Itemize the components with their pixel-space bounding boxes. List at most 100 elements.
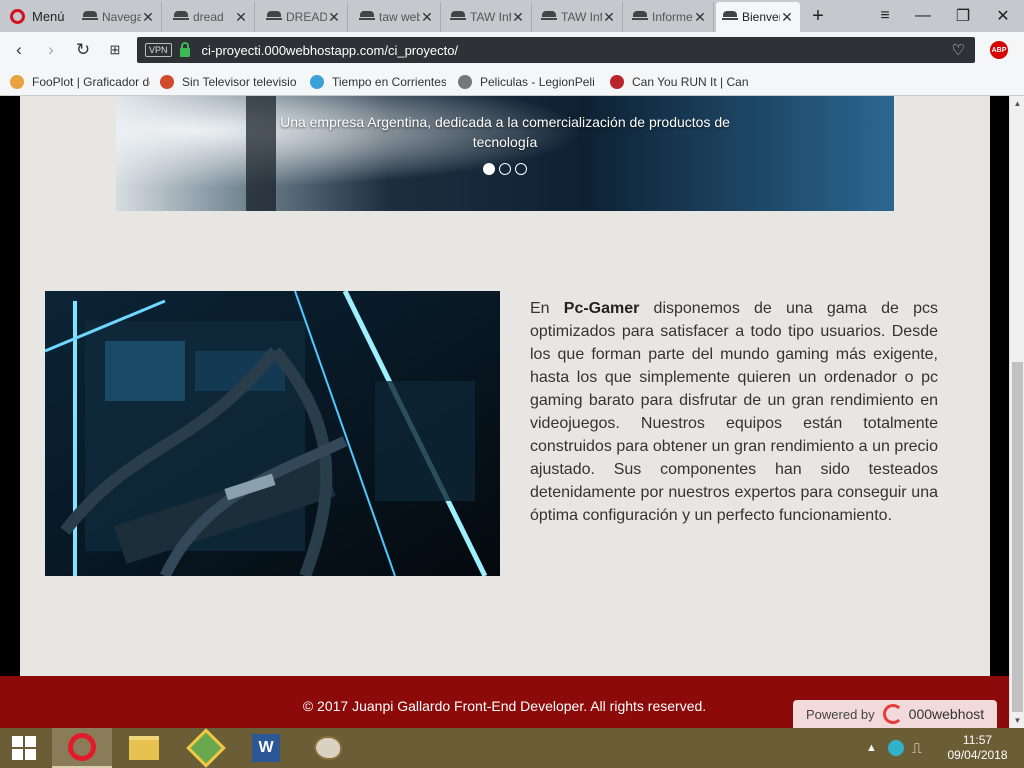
url-field[interactable]: VPN ci-proyecti.000webhostapp.com/ci_pro… — [137, 37, 975, 63]
incognito-icon — [359, 11, 375, 23]
carousel-dot-3[interactable] — [515, 163, 527, 175]
clock-time: 11:57 — [962, 733, 993, 747]
carousel-dot-1[interactable] — [483, 163, 495, 175]
heart-icon[interactable]: ♡ — [952, 41, 965, 59]
tab-title: taw web — [379, 10, 420, 24]
taskbar-paint[interactable] — [298, 728, 358, 768]
bookmark-label: Sin Televisor televisio — [182, 75, 297, 89]
tab-menu-icon[interactable]: ≡ — [866, 0, 904, 32]
tab-title: Navegador — [102, 10, 141, 24]
carousel-indicators — [483, 163, 527, 175]
close-window-button[interactable]: ✕ — [984, 0, 1022, 32]
tab-title: TAW Inf — [561, 10, 602, 24]
restore-button[interactable]: ❐ — [944, 0, 982, 32]
tab-8-active[interactable]: Bienvenido ✕ — [716, 2, 800, 32]
tab-7[interactable]: Informe ✕ — [626, 2, 714, 32]
close-tab-icon[interactable]: ✕ — [511, 9, 525, 26]
page-viewport: Una empresa Argentina, dedicada a la com… — [0, 96, 1009, 728]
address-bar-row: ‹ › ↻ ⊞ VPN ci-proyecti.000webhostapp.co… — [0, 32, 1024, 68]
folder-icon — [129, 736, 159, 760]
tab-bar: Menú Navegador ✕ dread ✕ DREAD ✕ taw web… — [0, 0, 1024, 32]
reload-icon[interactable]: ↻ — [68, 32, 98, 68]
bookmark-peliculas[interactable]: Peliculas - LegionPeli — [458, 73, 598, 91]
tab-2[interactable]: dread ✕ — [167, 2, 255, 32]
vpn-badge[interactable]: VPN — [145, 43, 172, 57]
opera-menu-button[interactable]: Menú — [0, 0, 72, 32]
powered-by-brand: 000webhost — [908, 706, 985, 722]
lock-icon[interactable] — [179, 41, 190, 57]
bookmark-label: Peliculas - LegionPeli — [480, 75, 595, 89]
taskbar-clock[interactable]: 11:57 09/04/2018 — [935, 733, 1020, 763]
scroll-down-arrow-icon[interactable]: ▼ — [1010, 713, 1024, 728]
bookmark-sin-televisor[interactable]: Sin Televisor televisio — [160, 73, 298, 91]
bookmark-favicon-icon — [160, 75, 174, 89]
intro-prefix: En — [530, 300, 564, 317]
close-tab-icon[interactable]: ✕ — [602, 9, 616, 26]
close-tab-icon[interactable]: ✕ — [780, 9, 794, 26]
tab-5[interactable]: TAW Inf ✕ — [444, 2, 532, 32]
back-button[interactable]: ‹ — [4, 32, 34, 68]
incognito-icon — [632, 11, 648, 23]
bookmark-fooplot[interactable]: FooPlot | Graficador de — [10, 73, 150, 91]
bookmark-favicon-icon — [610, 75, 624, 89]
tray-app-icon[interactable] — [888, 728, 904, 768]
menu-label: Menú — [32, 8, 65, 24]
tab-3[interactable]: DREAD ✕ — [260, 2, 348, 32]
vertical-scrollbar[interactable]: ▲ ▼ — [1009, 96, 1024, 728]
carousel-dot-2[interactable] — [499, 163, 511, 175]
word-icon: W — [252, 734, 280, 762]
incognito-icon — [266, 11, 282, 23]
bookmark-favicon-icon — [458, 75, 472, 89]
taskbar-word[interactable]: W — [236, 728, 296, 768]
intro-body: disponemos de una gama de pcs optimizado… — [530, 300, 939, 524]
bookmark-label: Tiempo en Corrientes — [332, 75, 446, 89]
close-tab-icon[interactable]: ✕ — [141, 9, 155, 26]
tab-4[interactable]: taw web ✕ — [353, 2, 441, 32]
site-footer: © 2017 Juanpi Gallardo Front-End Develop… — [0, 676, 1009, 728]
tab-title: dread — [193, 10, 224, 24]
taskbar-opera[interactable] — [52, 728, 112, 768]
opera-logo-icon — [10, 8, 25, 24]
incognito-icon — [722, 11, 738, 23]
bookmarks-bar: FooPlot | Graficador de Sin Televisor te… — [0, 68, 1024, 96]
tray-e-icon — [888, 740, 904, 756]
close-tab-icon[interactable]: ✕ — [420, 9, 434, 26]
incognito-icon — [82, 11, 98, 23]
new-tab-button[interactable]: + — [800, 0, 836, 32]
scroll-up-arrow-icon[interactable]: ▲ — [1010, 96, 1024, 111]
tab-1[interactable]: Navegador ✕ — [76, 2, 162, 32]
paint-palette-icon — [314, 736, 342, 760]
network-icon[interactable]: ⎍ — [912, 728, 922, 768]
incognito-icon — [450, 11, 466, 23]
close-tab-icon[interactable]: ✕ — [327, 9, 341, 26]
bookmark-can-you-run-it[interactable]: Can You RUN It | Can — [610, 73, 750, 91]
bookmark-tiempo[interactable]: Tiempo en Corrientes — [310, 73, 446, 91]
taskbar-file-explorer[interactable] — [114, 728, 174, 768]
speed-dial-icon[interactable]: ⊞ — [100, 32, 130, 68]
powered-by-badge[interactable]: Powered by 000webhost — [793, 700, 997, 728]
incognito-icon — [541, 11, 557, 23]
adblock-icon[interactable]: ABP — [990, 41, 1008, 59]
000webhost-logo-icon — [882, 704, 903, 724]
taskbar-qgis[interactable] — [176, 728, 236, 768]
start-button[interactable] — [0, 728, 48, 768]
intro-paragraph: En Pc-Gamer disponemos de una gama de pc… — [530, 297, 938, 527]
close-tab-icon[interactable]: ✕ — [234, 9, 248, 26]
url-text[interactable]: ci-proyecti.000webhostapp.com/ci_proyect… — [202, 43, 952, 58]
scrollbar-thumb[interactable] — [1012, 362, 1023, 712]
bookmark-favicon-icon — [10, 75, 24, 89]
tab-6[interactable]: TAW Inf ✕ — [535, 2, 623, 32]
brand-name: Pc-Gamer — [563, 300, 640, 317]
tab-title: Informe — [652, 10, 693, 24]
gaming-pc-image — [45, 291, 500, 576]
windows-taskbar: W ▲ ⎍ 11:57 09/04/2018 — [0, 728, 1024, 768]
bookmark-favicon-icon — [310, 75, 324, 89]
tray-show-hidden-icon[interactable]: ▲ — [866, 728, 877, 768]
close-tab-icon[interactable]: ✕ — [693, 9, 707, 26]
opera-icon — [68, 733, 96, 761]
forward-button[interactable]: › — [36, 32, 66, 68]
page-content: Una empresa Argentina, dedicada a la com… — [20, 96, 990, 676]
minimize-button[interactable]: — — [904, 0, 942, 32]
bookmark-label: FooPlot | Graficador de — [32, 75, 150, 89]
hero-carousel: Una empresa Argentina, dedicada a la com… — [116, 96, 894, 211]
